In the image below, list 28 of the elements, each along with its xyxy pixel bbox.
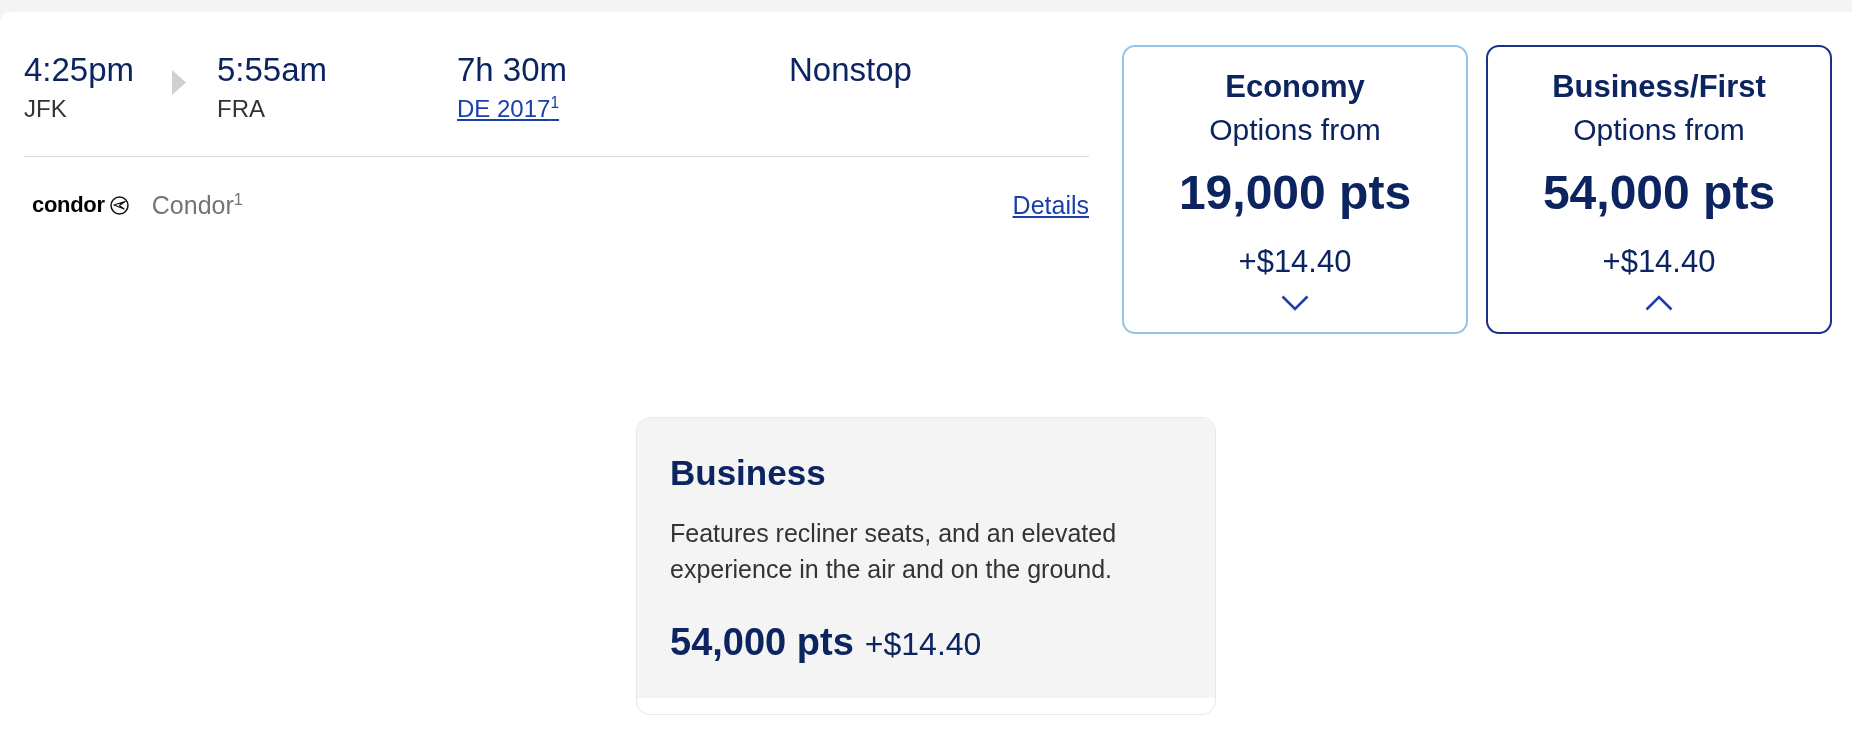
fee-amount: +$14.40: [864, 625, 982, 664]
cabin-name: Economy: [1225, 69, 1365, 105]
points-price: 19,000 pts: [1178, 167, 1412, 219]
departure-time: 4:25pm: [24, 51, 135, 89]
flight-duration: 7h 30m: [457, 51, 568, 89]
options-label: Options from: [1573, 112, 1745, 148]
flight-number-link[interactable]: DE 2017$^{1}$: [457, 95, 560, 123]
arrival-airport: FRA: [217, 95, 265, 123]
fee-amount: +$14.40: [1602, 244, 1716, 280]
arrow-right-icon: [172, 70, 186, 95]
cabin-description: Features recliner seats, and an elevated experience in the air and on the ground.: [670, 518, 1118, 585]
fare-option-card[interactable]: Economy Options from 19,000 pts +$14.40: [1122, 45, 1468, 334]
arrival-time: 5:55am: [217, 51, 328, 89]
stops-label: Nonstop: [789, 51, 912, 89]
fee-amount: +$14.40: [1238, 244, 1352, 280]
options-label: Options from: [1209, 112, 1381, 148]
airline-logo-icon: [109, 195, 129, 215]
fare-option-card[interactable]: Business/First Options from 54,000 pts +$14.40: [1486, 45, 1832, 334]
airline-logo-text: condor: [32, 192, 105, 218]
departure-airport: JFK: [24, 95, 67, 123]
points-price: 54,000 pts: [1542, 167, 1776, 219]
chevron-down-icon: [1281, 295, 1309, 311]
points-price: 54,000 pts: [670, 620, 854, 664]
cabin-title: Business: [670, 453, 826, 493]
airline-name: Condor$^{1}$: [151, 190, 243, 220]
chevron-up-icon: [1645, 295, 1673, 311]
details-link[interactable]: Details: [1012, 190, 1089, 220]
cabin-name: Business/First: [1552, 69, 1766, 105]
